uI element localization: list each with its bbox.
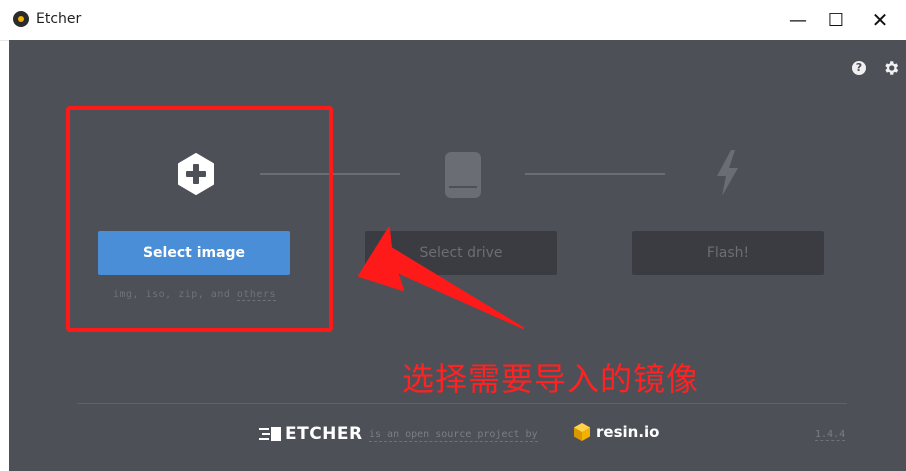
flash-bolt-icon	[717, 150, 738, 196]
app-content: ? Select image Select drive Flash! img, …	[9, 40, 906, 471]
minimize-button[interactable]: —	[784, 6, 812, 34]
annotation-text: 选择需要导入的镜像	[402, 360, 700, 398]
maximize-button[interactable]: ☐	[822, 6, 850, 34]
window-title: Etcher	[36, 11, 82, 27]
close-button[interactable]: ✕	[866, 6, 894, 34]
annotation-arrow-icon	[358, 227, 524, 329]
title-bar: Etcher — ☐ ✕	[0, 0, 906, 41]
etcher-mark-icon	[259, 427, 281, 441]
etcher-wordmark: ETCHER	[285, 424, 363, 444]
resin-cube-icon	[574, 423, 590, 441]
step-connector	[525, 173, 665, 175]
version-label[interactable]: 1.4.4	[815, 429, 846, 441]
highlight-box	[66, 106, 333, 332]
resin-wordmark: resin.io	[596, 423, 660, 441]
gear-icon[interactable]	[882, 59, 900, 77]
flash-button[interactable]: Flash!	[632, 231, 824, 275]
footer-tagline[interactable]: is an open source project by	[369, 429, 538, 442]
drive-icon	[445, 152, 481, 198]
etcher-brand[interactable]: ETCHER	[259, 424, 363, 444]
footer-divider	[77, 403, 847, 404]
help-icon[interactable]: ?	[852, 61, 866, 75]
resin-brand[interactable]: resin.io	[572, 422, 659, 442]
etcher-logo-icon	[13, 11, 29, 27]
